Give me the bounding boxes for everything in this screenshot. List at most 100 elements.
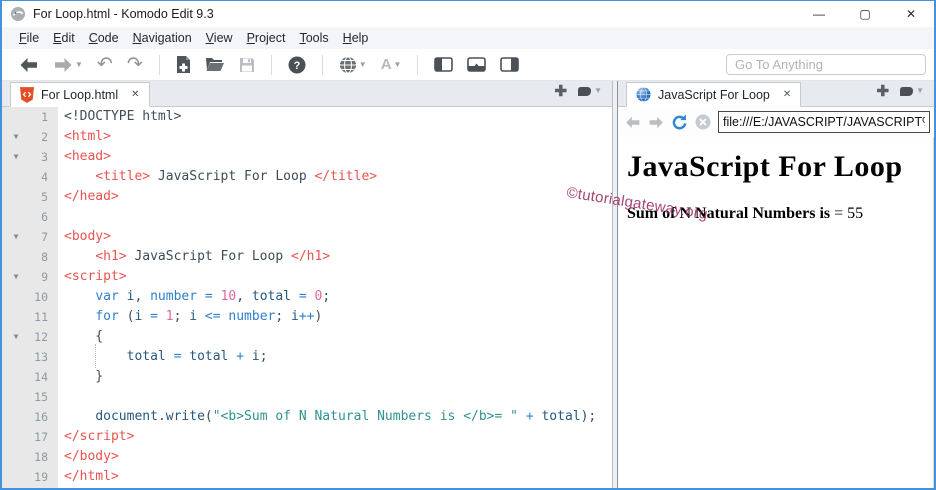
back-button[interactable] (14, 55, 44, 75)
code-line-10[interactable]: 10 var i, number = 10, total = 0; (2, 287, 612, 307)
toolbar-separator (321, 54, 323, 75)
preview-dropdown-icon[interactable]: ▼ (359, 60, 367, 69)
preview-in-browser-button[interactable]: ▼ (334, 54, 372, 76)
code-line-4[interactable]: 4 <title> JavaScript For Loop </title> (2, 167, 612, 187)
code-line-14[interactable]: 14 } (2, 367, 612, 387)
close-button[interactable]: ✕ (888, 1, 934, 27)
fold-arrow-icon[interactable]: ▼ (2, 147, 30, 167)
code-line-3[interactable]: ▼ 3 <head> (2, 147, 612, 167)
menu-item-project[interactable]: Project (240, 29, 293, 47)
undo-button[interactable]: ↶ (92, 55, 118, 75)
go-to-anything-input[interactable] (726, 54, 926, 75)
open-folder-icon (205, 57, 225, 72)
open-file-button[interactable] (200, 55, 230, 74)
tab-for-loop-html[interactable]: For Loop.html ✕ (10, 82, 150, 107)
code-line-12[interactable]: ▼ 12 { (2, 327, 612, 347)
code-area[interactable]: 1 <!DOCTYPE html> ▼ 2 <html> ▼ 3 <head> 4 <title… (2, 107, 612, 488)
code-text: <body> (64, 229, 111, 244)
line-number: 4 (41, 170, 48, 184)
menu-item-view[interactable]: View (199, 29, 240, 47)
redo-icon: ↷ (126, 53, 143, 75)
toggle-right-pane-button[interactable] (495, 55, 524, 74)
code-line-11[interactable]: 11 for (i = 1; i <= number; i++) (2, 307, 612, 327)
line-number: 12 (34, 330, 48, 344)
fold-arrow-icon[interactable]: ▼ (2, 227, 30, 247)
url-input[interactable] (718, 111, 930, 133)
publish-menu-button[interactable]: ▼ (899, 86, 924, 97)
code-line-1[interactable]: 1 <!DOCTYPE html> (2, 107, 612, 127)
code-text: </body> (64, 449, 119, 464)
title-bar: For Loop.html - Komodo Edit 9.3 — ▢ ✕ (2, 1, 934, 27)
window-title: For Loop.html - Komodo Edit 9.3 (33, 7, 214, 21)
line-number: 13 (34, 350, 48, 364)
browser-content: JavaScript For Loop Sum of N Natural Num… (618, 137, 934, 488)
menu-item-file[interactable]: File (12, 29, 46, 47)
tab-close-icon[interactable]: ✕ (783, 89, 791, 100)
code-line-19[interactable]: 19 </html> (2, 467, 612, 487)
toggle-bottom-pane-button[interactable] (462, 55, 491, 74)
publish-dropdown-icon: ▼ (594, 86, 602, 95)
code-line-2[interactable]: ▼ 2 <html> (2, 127, 612, 147)
browser-forward-button[interactable] (648, 116, 664, 129)
help-icon: ? (288, 56, 306, 74)
help-button[interactable]: ? (283, 54, 311, 76)
html-file-icon (20, 86, 34, 103)
page-heading: JavaScript For Loop (627, 150, 903, 183)
menu-bar: File Edit Code Navigation View Project Tools He… (2, 27, 934, 49)
code-line-6[interactable]: 6 (2, 207, 612, 227)
fold-arrow-icon[interactable]: ▼ (2, 127, 30, 147)
tab-close-icon[interactable]: ✕ (131, 89, 139, 100)
code-text: <html> (64, 129, 111, 144)
new-tab-button[interactable]: ✚ (555, 84, 568, 99)
font-dropdown-icon[interactable]: ▼ (394, 60, 402, 69)
code-line-15[interactable]: 15 (2, 387, 612, 407)
globe-icon (339, 56, 357, 74)
code-line-17[interactable]: 17 </script> (2, 427, 612, 447)
code-line-7[interactable]: ▼ 7 <body> (2, 227, 612, 247)
fold-arrow-icon[interactable]: ▼ (2, 267, 30, 287)
menu-item-help[interactable]: Help (336, 29, 376, 47)
save-button[interactable] (234, 55, 260, 75)
editor-tab-actions: ✚ ▼ (555, 84, 613, 104)
forward-dropdown-icon[interactable]: ▼ (75, 60, 83, 69)
code-text: <!DOCTYPE html> (64, 109, 182, 124)
toggle-left-pane-button[interactable] (429, 55, 458, 74)
publish-menu-button[interactable]: ▼ (577, 86, 602, 97)
browser-refresh-button[interactable] (671, 113, 688, 131)
browser-stop-button[interactable] (695, 114, 711, 130)
new-file-button[interactable] (171, 54, 196, 75)
right-pane-toggle-icon (500, 57, 520, 72)
tab-javascript-for-loop[interactable]: JavaScript For Loop ✕ (626, 82, 802, 107)
code-text: document.write("<b>Sum of N Natural Numb… (95, 409, 597, 424)
code-line-13[interactable]: 13 total = total + i; (2, 344, 612, 368)
menu-item-tools[interactable]: Tools (292, 29, 335, 47)
code-line-9[interactable]: ▼ 9 <script> (2, 267, 612, 287)
new-file-icon (176, 56, 191, 73)
redo-button[interactable]: ↷ (122, 55, 148, 75)
menu-item-edit[interactable]: Edit (46, 29, 82, 47)
code-line-8[interactable]: 8 <h1> JavaScript For Loop </h1> (2, 247, 612, 267)
menu-item-navigation[interactable]: Navigation (126, 29, 199, 47)
line-number: 6 (41, 210, 48, 224)
fold-arrow-icon[interactable]: ▼ (2, 327, 30, 347)
font-settings-button[interactable]: A ▼ (376, 54, 407, 75)
code-line-5[interactable]: 5 </head> (2, 187, 612, 207)
result-text: Sum of N Natural Numbers is = 55 (627, 205, 864, 222)
code-text: <script> (64, 269, 127, 284)
new-tab-button[interactable]: ✚ (877, 84, 890, 99)
main-area: For Loop.html ✕ ✚ ▼ 1 <!DOCTYPE html> ▼ 2 <h… (2, 81, 934, 488)
menu-item-code[interactable]: Code (82, 29, 126, 47)
browser-pane: JavaScript For Loop ✕ ✚ ▼ file:///E:/JAV… (618, 81, 934, 488)
line-number: 3 (41, 150, 48, 164)
maximize-button[interactable]: ▢ (842, 1, 888, 27)
minimize-button[interactable]: — (796, 1, 842, 27)
code-line-16[interactable]: 16 document.write("<b>Sum of N Natural N… (2, 407, 612, 427)
browser-back-button[interactable] (625, 116, 641, 129)
code-line-18[interactable]: 18 </body> (2, 447, 612, 467)
code-text: } (64, 369, 104, 384)
forward-button[interactable]: ▼ (48, 55, 88, 75)
